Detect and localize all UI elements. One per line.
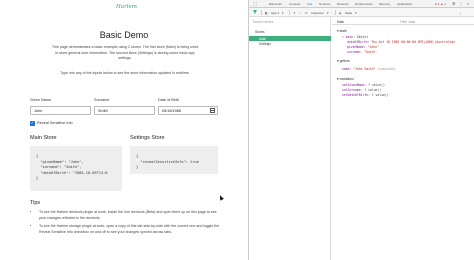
selected-store-title: Main <box>337 19 345 24</box>
state-section-header[interactable]: ▾ state <box>337 29 347 33</box>
mutations-section-header[interactable]: ▾ mutations <box>337 77 354 81</box>
intro-line: This page demonstrates a basic example u… <box>51 45 199 49</box>
state-pane-header: Main Filter state <box>332 17 474 25</box>
state-selector[interactable]: State <box>345 11 352 15</box>
state-prop-row[interactable]: dateOfBirth: Thu Oct 10 1985 00:00:00 GM… <box>347 40 455 44</box>
chevron-down-icon[interactable]: ▾ <box>282 11 284 15</box>
store-tree-pane: Search stores Stores Main Settings <box>249 17 331 260</box>
tab-elements[interactable]: Elements <box>269 2 282 6</box>
tab-network[interactable]: Network <box>337 2 348 6</box>
calendar-icon[interactable] <box>210 108 215 113</box>
close-icon[interactable]: × <box>467 1 469 6</box>
prop-key: surname <box>347 50 361 54</box>
tip-item: To see the Harlem devtools plugin at wor… <box>39 210 223 221</box>
filter-state-input[interactable]: Filter state <box>400 20 415 24</box>
mutation-row[interactable]: setSurname: f value() <box>342 88 381 92</box>
reveal-sensitive-label: Reveal Sensitive Info <box>37 121 73 125</box>
prop-value: "Smith" <box>363 50 377 54</box>
tab-sources[interactable]: Sources <box>319 2 330 6</box>
timeline-icon[interactable]: ◔ <box>299 11 301 15</box>
error-warning-badges[interactable]: ● 1 ▲ 1 <box>435 2 446 6</box>
vue-logo-icon <box>253 10 257 14</box>
state-main-row[interactable]: ▾ main: Object <box>342 35 368 39</box>
tab-console[interactable]: Console <box>289 2 300 6</box>
tree-item-main[interactable]: Main <box>259 37 266 41</box>
reveal-sensitive-checkbox[interactable]: ✓ <box>30 121 35 126</box>
surname-label: Surname <box>94 98 110 102</box>
divider <box>335 9 336 15</box>
component-icon[interactable]: ◧ <box>265 11 268 15</box>
mutation-key: setGivenName <box>342 83 365 87</box>
tip-item: To see the Harlem storage plugin at work… <box>39 224 223 235</box>
more-options-icon[interactable]: ⋮ <box>459 1 463 6</box>
main-store-code: { "givenName": "John", "surname": "Smith… <box>30 146 122 191</box>
getter-value: "John Smith" <box>353 67 376 71</box>
screen: Harlem Basic Demo This page demonstrates… <box>0 0 474 260</box>
devtools-tab-bar: ⬚ Elements Console Vue Sources Network P… <box>249 0 474 8</box>
prop-key: dateOfBirth <box>347 40 368 44</box>
chevron-down-icon[interactable]: ▾ <box>327 11 329 15</box>
getters-section-header[interactable]: ▾ getters <box>337 59 350 63</box>
mouse-cursor-icon <box>218 194 224 201</box>
tab-memory[interactable]: Memory <box>379 2 390 6</box>
divider <box>261 9 262 15</box>
store-icon[interactable]: ◈ <box>339 11 341 15</box>
state-section-label: state <box>339 29 347 33</box>
app-selector[interactable]: App 1 <box>271 11 279 15</box>
mutation-row[interactable]: setGivenName: f value() <box>342 83 385 87</box>
given-name-label: Given Name <box>30 98 52 102</box>
mutation-value: f value() <box>371 93 389 97</box>
intro-text: This page demonstrates a basic example u… <box>30 45 220 62</box>
intro-line: settings. <box>118 56 132 61</box>
divider <box>289 9 290 15</box>
chevron-down-icon[interactable]: ▾ <box>355 11 357 15</box>
getters-section-label: getters <box>339 59 350 63</box>
vue-devtools-toolbar: ◧ App 1 ▾ ✦ ◔ ⊙ Inspector ▾ ◈ State ▾ ⋮ <box>249 8 474 17</box>
mutation-value: f value() <box>368 83 385 87</box>
state-prop-row[interactable]: givenName: "John" <box>347 45 379 49</box>
demo-app-page: Harlem Basic Demo This page demonstrates… <box>0 0 248 260</box>
instructions-text: Type into any of the inputs below to see… <box>60 71 190 75</box>
intro-line: to store general user information. The s… <box>55 50 195 55</box>
mutation-row[interactable]: setDateOfBirth: f value() <box>342 93 389 97</box>
search-stores-input[interactable]: Search stores <box>253 20 273 24</box>
main-store-title: Main Store <box>30 135 57 141</box>
tab-application[interactable]: Application <box>397 2 412 6</box>
prop-value: "John" <box>367 45 379 49</box>
devtools-panel: ⬚ Elements Console Vue Sources Network P… <box>248 0 474 260</box>
tab-performance[interactable]: Performance <box>355 2 373 6</box>
harlem-logo: Harlem <box>116 4 137 10</box>
state-inspector-pane: Main Filter state ▾ state ▾ main: Object… <box>332 17 474 260</box>
inspect-icon[interactable]: ⬚ <box>253 1 257 6</box>
mutation-key: setDateOfBirth <box>342 93 369 97</box>
tab-vue[interactable]: Vue <box>307 2 312 6</box>
mutations-section-label: mutations <box>339 77 354 81</box>
settings-store-title: Settings Store <box>130 135 165 141</box>
tips-title: Tips <box>30 200 41 206</box>
dob-value: 05/15/1985 <box>162 109 182 113</box>
puzzle-icon[interactable]: ✦ <box>293 11 296 15</box>
mutation-value: f value() <box>364 88 382 92</box>
settings-gear-icon[interactable]: ⚙ <box>452 1 456 6</box>
given-name-input[interactable]: John <box>30 106 91 115</box>
inspector-icon[interactable]: ⊙ <box>305 11 308 15</box>
tree-item-settings[interactable]: Settings <box>259 42 271 46</box>
dob-label: Date of Birth <box>158 98 180 102</box>
surname-input[interactable]: Smith <box>94 106 155 115</box>
state-type: Object <box>356 35 369 39</box>
page-title: Basic Demo <box>99 30 149 40</box>
prop-value: Thu Oct 10 1985 00:00:00 GMT+1000 (Austr… <box>371 40 456 44</box>
tips-list: To see the Harlem devtools plugin at wor… <box>33 210 223 238</box>
getter-suffix: (computed) <box>377 67 397 71</box>
dob-input[interactable]: 05/15/1985 <box>158 106 218 115</box>
more-options-icon[interactable]: ⋮ <box>459 11 462 15</box>
settings-store-code: { "revealSensitiveInfo": true } <box>130 146 218 174</box>
getter-row[interactable]: name: "John Smith" (computed) <box>342 67 396 71</box>
state-prop-row[interactable]: surname: "Smith" <box>347 50 377 54</box>
tree-root-stores[interactable]: Stores <box>255 30 265 34</box>
inspector-selector[interactable]: Inspector <box>311 11 324 15</box>
mutation-key: setSurname <box>342 88 361 92</box>
prop-key: givenName <box>347 45 364 49</box>
